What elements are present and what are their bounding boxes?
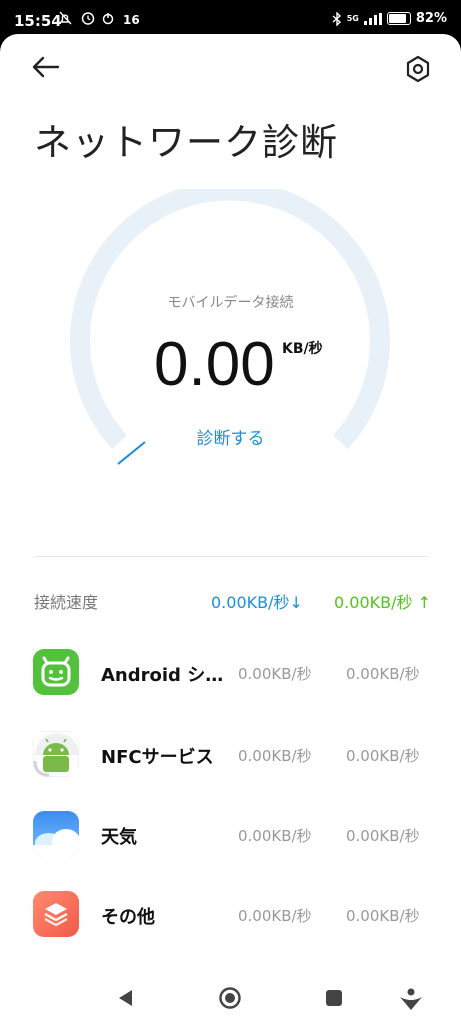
weather-icon [33, 811, 79, 857]
app-row-weather[interactable]: 天気 0.00KB/秒 0.00KB/秒 [33, 811, 433, 861]
app-upload: 0.00KB/秒 [346, 665, 420, 683]
download-speed: 0.00KB/秒↓ [211, 593, 303, 612]
android-robot-icon [33, 731, 79, 777]
app-download: 0.00KB/秒 [238, 665, 312, 683]
app-name: 天気 [101, 827, 137, 848]
battery-icon [386, 12, 411, 25]
speed-value: 0.00 [154, 330, 275, 399]
battery-level: 82% [415, 11, 447, 26]
divider [34, 556, 427, 557]
status-bar: 15:54 16 5G 82% [0, 0, 461, 38]
settings-button[interactable] [400, 51, 436, 87]
network-type: 5G [346, 13, 359, 23]
status-right: 5G 82% [332, 11, 447, 26]
speed-label: 接続速度 [34, 593, 99, 612]
back-button[interactable] [30, 52, 66, 82]
nav-home-button[interactable] [216, 984, 244, 1012]
status-notification-icons [59, 11, 114, 25]
app-row-others[interactable]: その他 0.00KB/秒 0.00KB/秒 [33, 891, 433, 941]
main-screen: ネットワーク診断 モバイルデータ接続 0.00 KB/秒 診断する 接続速度 0… [0, 34, 461, 1024]
app-row-nfc-service[interactable]: NFCサービス 0.00KB/秒 0.00KB/秒 [33, 731, 433, 781]
upload-speed: 0.00KB/秒 ↑ [334, 593, 431, 612]
gauge-track [70, 189, 390, 449]
layers-icon [33, 891, 79, 937]
page-title: ネットワーク診断 [34, 121, 338, 164]
nav-recents-button[interactable] [320, 984, 348, 1012]
app-download: 0.00KB/秒 [238, 907, 312, 925]
app-name: その他 [101, 907, 155, 928]
app-row-android-system[interactable]: Android シ… 0.00KB/秒 0.00KB/秒 [33, 649, 433, 699]
app-name: NFCサービス [101, 747, 214, 768]
app-name: Android シ… [101, 665, 224, 686]
signal-icon [363, 12, 382, 25]
person-assistant-icon [400, 988, 422, 1010]
notification-count: 16 [123, 13, 140, 27]
app-upload: 0.00KB/秒 [346, 747, 420, 765]
app-download: 0.00KB/秒 [238, 747, 312, 765]
nav-assistant-button[interactable] [397, 984, 425, 1012]
back-arrow-icon [32, 56, 60, 78]
navigation-bar [0, 974, 461, 1024]
circle-home-icon [219, 987, 241, 1009]
triangle-back-icon [119, 990, 132, 1006]
android-system-icon [33, 649, 79, 695]
gear-icon [406, 55, 430, 83]
app-upload: 0.00KB/秒 [346, 907, 420, 925]
speed-unit: KB/秒 [282, 341, 323, 357]
nav-back-button[interactable] [112, 984, 140, 1012]
bluetooth-icon [332, 11, 341, 26]
app-download: 0.00KB/秒 [238, 827, 312, 845]
app-upload: 0.00KB/秒 [346, 827, 420, 845]
status-time: 15:54 [14, 12, 62, 30]
speed-summary: 接続速度 0.00KB/秒↓ 0.00KB/秒 ↑ [34, 589, 434, 613]
square-recents-icon [326, 990, 342, 1006]
connection-type-label: モバイルデータ接続 [167, 295, 294, 311]
diagnose-button[interactable]: 診断する [0, 424, 461, 449]
status-icons [58, 10, 122, 30]
